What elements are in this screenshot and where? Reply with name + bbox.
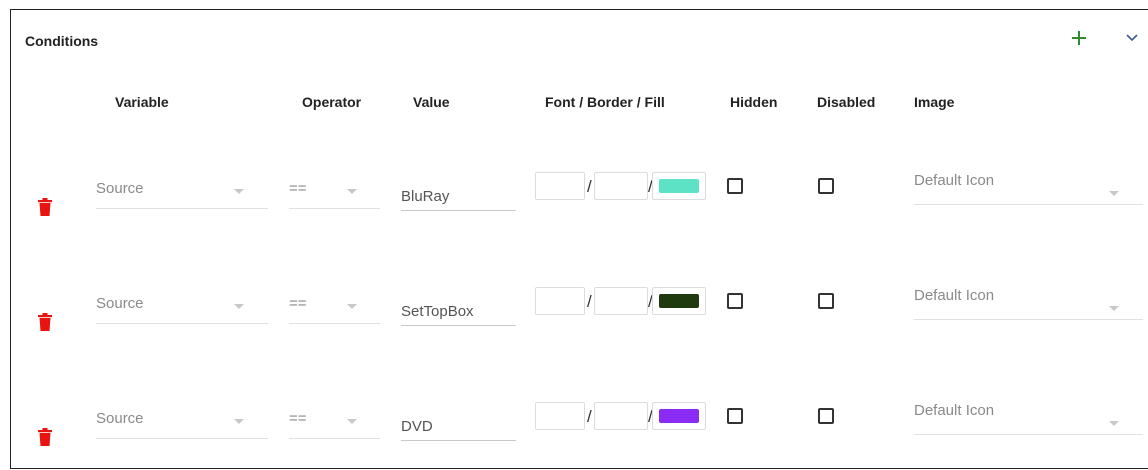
variable-select-value: Source: [96, 295, 144, 312]
value-input[interactable]: DVD: [401, 408, 516, 441]
image-select-value: Default Icon: [914, 402, 995, 419]
dropdown-arrow-icon: [234, 419, 244, 424]
add-condition-button[interactable]: [1068, 27, 1090, 49]
value-input-text: DVD: [401, 418, 433, 435]
image-select[interactable]: Default Icon: [914, 172, 1143, 205]
column-header-operator: Operator: [302, 94, 362, 110]
dropdown-arrow-icon: [234, 189, 244, 194]
image-select-value: Default Icon: [914, 172, 995, 189]
dropdown-arrow-icon: [1109, 306, 1119, 311]
hidden-checkbox[interactable]: [727, 293, 743, 309]
dropdown-arrow-icon: [1109, 191, 1119, 196]
variable-select[interactable]: Source: [96, 408, 268, 439]
value-input-text: SetTopBox: [401, 303, 474, 320]
dropdown-arrow-icon: [347, 304, 357, 309]
operator-select-value: ==: [289, 180, 307, 197]
operator-select[interactable]: ==: [289, 178, 380, 209]
condition-row: Source == SetTopBox / / Default Icon: [0, 275, 1148, 355]
column-header-disabled: Disabled: [817, 94, 876, 110]
value-input-text: BluRay: [401, 188, 450, 205]
variable-select-value: Source: [96, 180, 144, 197]
variable-select[interactable]: Source: [96, 178, 268, 209]
border-color-picker[interactable]: [594, 402, 648, 430]
chevron-down-icon[interactable]: [1124, 30, 1140, 46]
disabled-checkbox[interactable]: [818, 178, 834, 194]
operator-select[interactable]: ==: [289, 408, 380, 439]
fill-color-swatch: [659, 409, 699, 423]
trash-icon[interactable]: [38, 198, 52, 216]
color-separator: /: [587, 177, 592, 196]
value-input[interactable]: SetTopBox: [401, 293, 516, 326]
border-color-picker[interactable]: [594, 172, 648, 200]
value-input[interactable]: BluRay: [401, 178, 516, 211]
fill-color-swatch: [659, 179, 699, 193]
condition-row: Source == BluRay / / Default Icon: [0, 160, 1148, 240]
disabled-checkbox[interactable]: [818, 293, 834, 309]
fill-color-swatch: [659, 294, 699, 308]
font-color-picker[interactable]: [535, 402, 585, 430]
column-header-hidden: Hidden: [730, 94, 778, 110]
column-header-font-border-fill: Font / Border / Fill: [545, 94, 665, 110]
disabled-checkbox[interactable]: [818, 408, 834, 424]
condition-row: Source == DVD / / Default Icon: [0, 390, 1148, 470]
trash-icon[interactable]: [38, 313, 52, 331]
panel-title: Conditions: [25, 33, 99, 49]
font-color-picker[interactable]: [535, 287, 585, 315]
color-separator: /: [587, 407, 592, 426]
trash-icon[interactable]: [38, 428, 52, 446]
dropdown-arrow-icon: [234, 304, 244, 309]
column-header-value: Value: [413, 94, 450, 110]
dropdown-arrow-icon: [347, 419, 357, 424]
color-separator: /: [587, 292, 592, 311]
hidden-checkbox[interactable]: [727, 178, 743, 194]
image-select-value: Default Icon: [914, 287, 995, 304]
variable-select-value: Source: [96, 410, 144, 427]
image-select[interactable]: Default Icon: [914, 287, 1143, 320]
image-select[interactable]: Default Icon: [914, 402, 1143, 435]
font-color-picker[interactable]: [535, 172, 585, 200]
column-header-image: Image: [914, 94, 955, 110]
hidden-checkbox[interactable]: [727, 408, 743, 424]
border-color-picker[interactable]: [594, 287, 648, 315]
column-header-variable: Variable: [115, 94, 169, 110]
operator-select-value: ==: [289, 410, 307, 427]
dropdown-arrow-icon: [347, 189, 357, 194]
variable-select[interactable]: Source: [96, 293, 268, 324]
operator-select-value: ==: [289, 295, 307, 312]
operator-select[interactable]: ==: [289, 293, 380, 324]
dropdown-arrow-icon: [1109, 421, 1119, 426]
